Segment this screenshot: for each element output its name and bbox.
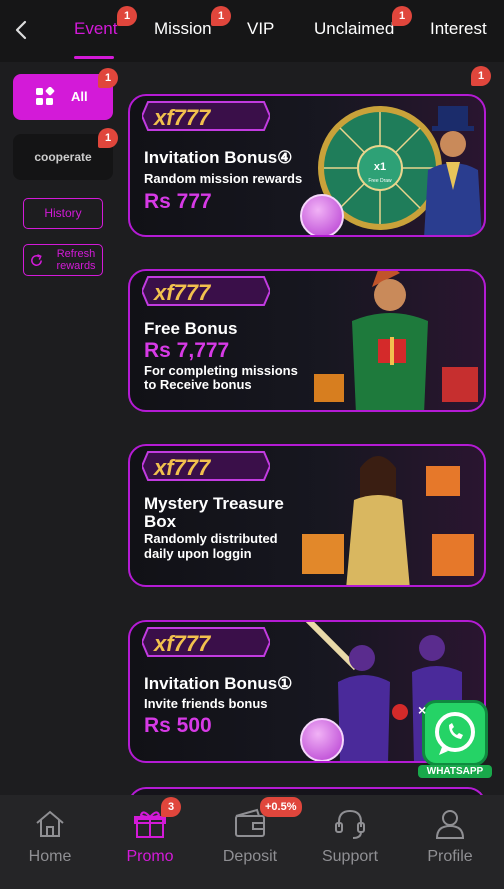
refresh-rewards-label: Refresh rewards	[56, 248, 96, 272]
tab-event-badge: 1	[117, 6, 137, 26]
banner-title: Invitation Bonus④	[144, 148, 293, 167]
active-tab-indicator	[74, 56, 114, 59]
promo-banner-mystery-treasure-box[interactable]: xf777 Mystery Treasure Box Randomly dist…	[128, 444, 486, 587]
headset-icon	[335, 809, 365, 839]
nav-item-home-label: Home	[28, 848, 72, 865]
cricket-player-gift-image	[314, 271, 478, 410]
promo-banner-invitation-bonus-4[interactable]: xf777 Invitation Bonus④ Random mission r…	[128, 94, 486, 237]
promo-banner-free-bonus[interactable]: xf777 Free Bonus Rs 7,777 For completing…	[128, 269, 486, 412]
tab-event[interactable]: Event	[74, 19, 117, 39]
nav-item-profile-label: Profile	[427, 848, 473, 865]
back-arrow-icon[interactable]	[10, 18, 34, 42]
banner-amount: Rs 7,777	[144, 339, 230, 362]
nav-item-deposit[interactable]: Deposit +0.5%	[200, 795, 302, 889]
nav-item-promo-label: Promo	[126, 848, 174, 865]
category-grid-icon	[36, 87, 55, 105]
woman-treasure-boxes-image	[302, 456, 474, 585]
banner-title-line1: Mystery Treasure	[144, 494, 284, 513]
share-arrow-icon	[300, 194, 344, 235]
xf777-logo: xf777	[142, 101, 270, 131]
banner-title-line2: Box	[144, 512, 177, 531]
sidebar-cooperate-badge: 1	[98, 128, 118, 148]
bottom-nav: Home Promo 3 Deposit +0.5% Support Profi…	[0, 795, 504, 889]
close-icon[interactable]: ×	[418, 702, 426, 718]
share-arrow-icon	[300, 718, 344, 761]
history-button[interactable]: History	[23, 198, 103, 229]
wheel-center-text: x1	[374, 161, 386, 173]
ringmaster-figure-image	[424, 106, 482, 235]
banner-amount: Rs 500	[144, 714, 212, 737]
promo-badge: 3	[161, 797, 181, 817]
refresh-icon	[31, 254, 42, 266]
deposit-bonus-badge: +0.5%	[260, 797, 302, 817]
logo-text: xf777	[153, 280, 212, 305]
banner-subtitle-line2: daily upon loggin	[144, 546, 252, 561]
nav-item-home[interactable]: Home	[0, 795, 100, 889]
home-icon	[36, 810, 64, 837]
banner-subtitle: Invite friends bonus	[144, 696, 268, 711]
banner-subtitle-line1: For completing missions	[144, 363, 298, 378]
refresh-rewards-button[interactable]: Refresh rewards	[23, 244, 103, 276]
tab-mission[interactable]: Mission	[154, 19, 212, 39]
logo-text: xf777	[153, 631, 212, 656]
xf777-logo: xf777	[142, 627, 270, 657]
nav-item-support-label: Support	[321, 848, 379, 865]
logo-text: xf777	[153, 455, 212, 480]
nav-item-deposit-label: Deposit	[222, 848, 278, 865]
tab-unclaimed[interactable]: Unclaimed	[314, 19, 394, 39]
banner-subtitle-line1: Randomly distributed	[144, 531, 278, 546]
whatsapp-icon	[422, 700, 488, 766]
sidebar-item-cooperate-label: cooperate	[34, 150, 92, 164]
banner-title: Invitation Bonus①	[144, 674, 293, 693]
nav-item-profile[interactable]: Profile	[400, 795, 500, 889]
sidebar-all-badge: 1	[98, 68, 118, 88]
logo-text: xf777	[153, 105, 212, 130]
sidebar-item-all-label: All	[71, 89, 88, 104]
whatsapp-floating-button[interactable]: × WHATSAPP	[418, 700, 492, 780]
top-nav: Event 1 Mission 1 VIP Unclaimed 1 Intere…	[0, 0, 504, 62]
user-icon	[435, 810, 465, 839]
banner-amount: Rs 777	[144, 190, 212, 213]
tab-vip[interactable]: VIP	[247, 19, 274, 39]
nav-item-support[interactable]: Support	[300, 795, 400, 889]
tab-unclaimed-badge: 1	[392, 6, 412, 26]
app: Event 1 Mission 1 VIP Unclaimed 1 Intere…	[0, 0, 504, 889]
tab-interest[interactable]: Interest	[430, 19, 487, 39]
banner-subtitle-line2: to Receive bonus	[144, 377, 252, 392]
xf777-logo: xf777	[142, 451, 270, 481]
nav-item-promo[interactable]: Promo 3	[100, 795, 200, 889]
banner-1-badge: 1	[471, 66, 491, 86]
xf777-logo: xf777	[142, 276, 270, 306]
banner-title: Free Bonus	[144, 319, 238, 338]
whatsapp-label: WHATSAPP	[418, 765, 492, 778]
wheel-center-subtext: Free Draw	[368, 178, 392, 184]
banner-subtitle: Random mission rewards	[144, 171, 303, 186]
tab-mission-badge: 1	[211, 6, 231, 26]
